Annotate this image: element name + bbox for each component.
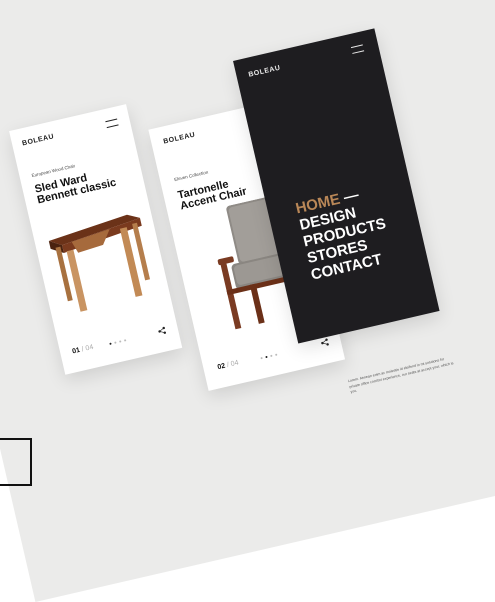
page-current: 01 [71, 346, 81, 356]
page-total: / 04 [226, 359, 240, 370]
carousel-dot[interactable] [109, 342, 112, 345]
menu-icon[interactable] [350, 44, 365, 54]
share-icon[interactable] [157, 326, 167, 336]
brand-logo[interactable]: BOLEAU [163, 131, 196, 145]
description-text: Lorem. Aenean enim ac molestie id eleife… [347, 357, 454, 394]
page-indicator: 01 / 04 [72, 344, 94, 356]
carousel-dot[interactable] [123, 339, 127, 342]
page-indicator: 02 / 04 [217, 360, 239, 372]
carousel-dots[interactable] [109, 339, 127, 345]
page-current: 02 [216, 362, 227, 372]
menu-icon[interactable] [105, 118, 119, 129]
active-dash: — [341, 186, 361, 207]
wood-table-image [48, 214, 151, 312]
corner-bracket-mark [0, 438, 32, 486]
carousel-dot[interactable] [260, 356, 263, 360]
carousel-dot[interactable] [119, 340, 122, 343]
carousel-dot[interactable] [114, 341, 117, 344]
carousel-dot[interactable] [270, 354, 273, 358]
carousel-dots[interactable] [260, 353, 278, 360]
share-icon[interactable] [320, 338, 330, 348]
product-category: Eleven Collection [173, 169, 209, 183]
brand-logo[interactable]: BOLEAU [248, 65, 281, 79]
brand-logo[interactable]: BOLEAU [22, 133, 55, 147]
page-total: / 04 [81, 343, 95, 354]
main-navigation: HOME — DESIGN PRODUCTS STORES CONTACT [294, 182, 395, 283]
carousel-dot[interactable] [265, 355, 268, 359]
carousel-dot[interactable] [275, 353, 278, 356]
mockup-group: BOLEAU European Wood Chair Sled Ward Ben… [0, 0, 495, 557]
